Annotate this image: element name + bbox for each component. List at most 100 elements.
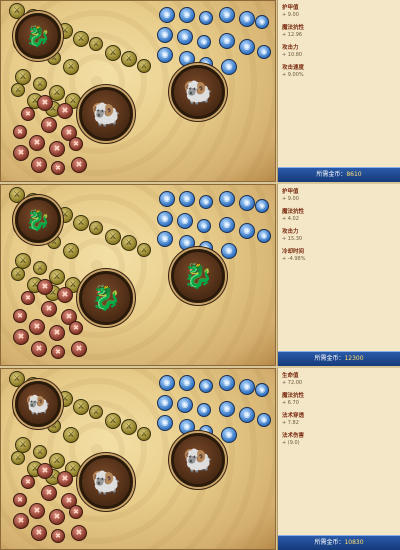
seal-rune-icon[interactable]: ✖ (51, 161, 65, 175)
glyph-rune-icon[interactable]: ◉ (177, 29, 193, 45)
glyph-rune-icon[interactable]: ◉ (219, 7, 235, 23)
seal-rune-icon[interactable]: ✖ (71, 525, 87, 541)
glyph-rune-icon[interactable]: ◉ (179, 7, 195, 23)
mark-rune-icon[interactable]: ⚔ (11, 83, 25, 97)
seal-rune-icon[interactable]: ✖ (49, 141, 65, 157)
seal-rune-icon[interactable]: ✖ (13, 493, 27, 507)
glyph-rune-icon[interactable]: ◉ (159, 191, 175, 207)
seal-rune-icon[interactable]: ✖ (57, 287, 73, 303)
quintessence-ram-icon[interactable]: 🐏 (171, 65, 225, 119)
mark-rune-icon[interactable]: ⚔ (137, 59, 151, 73)
glyph-rune-icon[interactable]: ◉ (239, 11, 255, 27)
glyph-rune-icon[interactable]: ◉ (157, 211, 173, 227)
glyph-rune-icon[interactable]: ◉ (255, 199, 269, 213)
quintessence-ram-icon[interactable]: 🐏 (15, 381, 61, 427)
glyph-rune-icon[interactable]: ◉ (257, 413, 271, 427)
glyph-rune-icon[interactable]: ◉ (239, 379, 255, 395)
seal-rune-icon[interactable]: ✖ (31, 157, 47, 173)
seal-rune-icon[interactable]: ✖ (69, 505, 83, 519)
glyph-rune-icon[interactable]: ◉ (221, 243, 237, 259)
glyph-rune-icon[interactable]: ◉ (157, 27, 173, 43)
seal-rune-icon[interactable]: ✖ (21, 475, 35, 489)
seal-rune-icon[interactable]: ✖ (13, 513, 29, 529)
mark-rune-icon[interactable]: ⚔ (11, 267, 25, 281)
glyph-rune-icon[interactable]: ◉ (221, 427, 237, 443)
glyph-rune-icon[interactable]: ◉ (159, 7, 175, 23)
seal-rune-icon[interactable]: ✖ (41, 117, 57, 133)
mark-rune-icon[interactable]: ⚔ (89, 405, 103, 419)
seal-rune-icon[interactable]: ✖ (71, 157, 87, 173)
mark-rune-icon[interactable]: ⚔ (33, 445, 47, 459)
mark-rune-icon[interactable]: ⚔ (63, 427, 79, 443)
seal-rune-icon[interactable]: ✖ (41, 485, 57, 501)
mark-rune-icon[interactable]: ⚔ (9, 3, 25, 19)
seal-rune-icon[interactable]: ✖ (49, 325, 65, 341)
glyph-rune-icon[interactable]: ◉ (239, 223, 255, 239)
seal-rune-icon[interactable]: ✖ (13, 309, 27, 323)
mark-rune-icon[interactable]: ⚔ (137, 427, 151, 441)
glyph-rune-icon[interactable]: ◉ (157, 231, 173, 247)
seal-rune-icon[interactable]: ✖ (69, 137, 83, 151)
mark-rune-icon[interactable]: ⚔ (9, 187, 25, 203)
mark-rune-icon[interactable]: ⚔ (121, 235, 137, 251)
glyph-rune-icon[interactable]: ◉ (255, 383, 269, 397)
glyph-rune-icon[interactable]: ◉ (157, 395, 173, 411)
seal-rune-icon[interactable]: ✖ (31, 525, 47, 541)
glyph-rune-icon[interactable]: ◉ (197, 403, 211, 417)
seal-rune-icon[interactable]: ✖ (37, 279, 53, 295)
mark-rune-icon[interactable]: ⚔ (89, 37, 103, 51)
glyph-rune-icon[interactable]: ◉ (177, 213, 193, 229)
quintessence-ram-icon[interactable]: 🐏 (79, 87, 133, 141)
seal-rune-icon[interactable]: ✖ (21, 107, 35, 121)
mark-rune-icon[interactable]: ⚔ (11, 451, 25, 465)
glyph-rune-icon[interactable]: ◉ (159, 375, 175, 391)
seal-rune-icon[interactable]: ✖ (37, 463, 53, 479)
seal-rune-icon[interactable]: ✖ (71, 341, 87, 357)
mark-rune-icon[interactable]: ⚔ (73, 31, 89, 47)
seal-rune-icon[interactable]: ✖ (13, 145, 29, 161)
mark-rune-icon[interactable]: ⚔ (63, 59, 79, 75)
seal-rune-icon[interactable]: ✖ (29, 503, 45, 519)
seal-rune-icon[interactable]: ✖ (51, 345, 65, 359)
seal-rune-icon[interactable]: ✖ (29, 319, 45, 335)
seal-rune-icon[interactable]: ✖ (69, 321, 83, 335)
glyph-rune-icon[interactable]: ◉ (239, 39, 255, 55)
glyph-rune-icon[interactable]: ◉ (239, 195, 255, 211)
mark-rune-icon[interactable]: ⚔ (105, 45, 121, 61)
mark-rune-icon[interactable]: ⚔ (89, 221, 103, 235)
quintessence-ram-icon[interactable]: 🐏 (171, 433, 225, 487)
mark-rune-icon[interactable]: ⚔ (33, 261, 47, 275)
seal-rune-icon[interactable]: ✖ (51, 529, 65, 543)
quintessence-dragon-icon[interactable]: 🐉 (171, 249, 225, 303)
quintessence-ram-icon[interactable]: 🐏 (79, 455, 133, 509)
glyph-rune-icon[interactable]: ◉ (239, 407, 255, 423)
glyph-rune-icon[interactable]: ◉ (157, 47, 173, 63)
glyph-rune-icon[interactable]: ◉ (197, 35, 211, 49)
mark-rune-icon[interactable]: ⚔ (63, 243, 79, 259)
seal-rune-icon[interactable]: ✖ (49, 509, 65, 525)
seal-rune-icon[interactable]: ✖ (29, 135, 45, 151)
mark-rune-icon[interactable]: ⚔ (9, 371, 25, 387)
glyph-rune-icon[interactable]: ◉ (197, 219, 211, 233)
mark-rune-icon[interactable]: ⚔ (121, 51, 137, 67)
glyph-rune-icon[interactable]: ◉ (157, 415, 173, 431)
glyph-rune-icon[interactable]: ◉ (199, 195, 213, 209)
glyph-rune-icon[interactable]: ◉ (179, 375, 195, 391)
seal-rune-icon[interactable]: ✖ (41, 301, 57, 317)
glyph-rune-icon[interactable]: ◉ (221, 59, 237, 75)
seal-rune-icon[interactable]: ✖ (37, 95, 53, 111)
glyph-rune-icon[interactable]: ◉ (219, 217, 235, 233)
seal-rune-icon[interactable]: ✖ (31, 341, 47, 357)
glyph-rune-icon[interactable]: ◉ (199, 11, 213, 25)
glyph-rune-icon[interactable]: ◉ (199, 379, 213, 393)
mark-rune-icon[interactable]: ⚔ (121, 419, 137, 435)
glyph-rune-icon[interactable]: ◉ (177, 397, 193, 413)
seal-rune-icon[interactable]: ✖ (57, 103, 73, 119)
mark-rune-icon[interactable]: ⚔ (73, 215, 89, 231)
seal-rune-icon[interactable]: ✖ (13, 329, 29, 345)
seal-rune-icon[interactable]: ✖ (21, 291, 35, 305)
quintessence-dragon-icon[interactable]: 🐉 (79, 271, 133, 325)
glyph-rune-icon[interactable]: ◉ (255, 15, 269, 29)
mark-rune-icon[interactable]: ⚔ (73, 399, 89, 415)
glyph-rune-icon[interactable]: ◉ (219, 401, 235, 417)
